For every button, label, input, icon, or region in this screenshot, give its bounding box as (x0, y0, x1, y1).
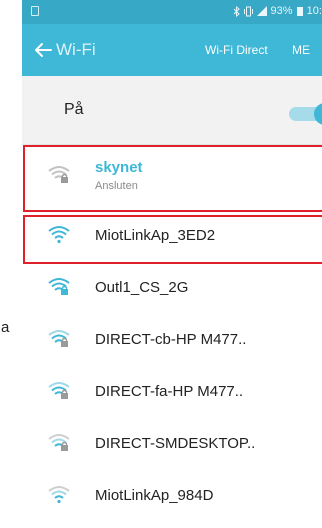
wifi-lock-icon (48, 330, 70, 347)
network-status: Ansluten (95, 180, 138, 192)
switch-knob (314, 103, 322, 125)
network-item[interactable]: Outl1_CS_2G (22, 262, 322, 314)
sim-icon (31, 6, 39, 16)
network-name: MiotLinkAp_984D (95, 487, 214, 504)
battery-icon (296, 6, 303, 16)
wifi-icon (48, 226, 70, 244)
network-name: DIRECT-SMDESKTOP.. (95, 435, 256, 452)
network-name: MiotLinkAp_3ED2 (95, 227, 216, 244)
phone-screen: 93% 10:5 Wi-Fi Wi-Fi Direct ME På skynet… (22, 0, 322, 528)
page-title: Wi-Fi (56, 40, 96, 59)
network-name: Outl1_CS_2G (95, 279, 189, 296)
side-text: a (1, 319, 10, 336)
vibrate-icon (243, 6, 253, 16)
wifi-toggle-row[interactable]: På (22, 76, 322, 145)
back-arrow-icon[interactable] (31, 38, 55, 62)
network-item[interactable]: MiotLinkAp_3ED2 (22, 210, 322, 262)
status-bar: 93% 10:5 (22, 0, 322, 24)
app-bar: Wi-Fi Wi-Fi Direct ME (22, 24, 322, 76)
status-right: 93% 10:5 (233, 5, 322, 17)
clock: 10:5 (306, 5, 322, 17)
network-item[interactable]: MiotLinkAp_984D (22, 470, 322, 522)
network-item[interactable]: DIRECT-SMDESKTOP.. (22, 418, 322, 470)
wifi-toggle-switch[interactable] (289, 103, 322, 125)
wifi-lock-icon (48, 166, 70, 183)
wifi-direct-button[interactable]: Wi-Fi Direct (205, 43, 268, 57)
more-button[interactable]: ME (292, 43, 310, 57)
signal-icon (256, 6, 267, 16)
battery-percent: 93% (270, 5, 293, 17)
network-item[interactable]: DIRECT-fa-HP M477.. (22, 366, 322, 418)
wifi-toggle-label: På (64, 101, 84, 118)
network-name: skynet (95, 159, 143, 176)
wifi-lock-icon (48, 434, 70, 451)
wifi-lock-icon (48, 382, 70, 399)
wifi-lock-icon (48, 278, 70, 295)
network-name: DIRECT-fa-HP M477.. (95, 383, 244, 400)
network-name: DIRECT-cb-HP M477.. (95, 331, 247, 348)
network-item[interactable]: DIRECT-cb-HP M477.. (22, 314, 322, 366)
network-item[interactable]: skynet Ansluten (22, 150, 322, 202)
wifi-icon (48, 486, 70, 504)
bluetooth-icon (233, 5, 240, 17)
